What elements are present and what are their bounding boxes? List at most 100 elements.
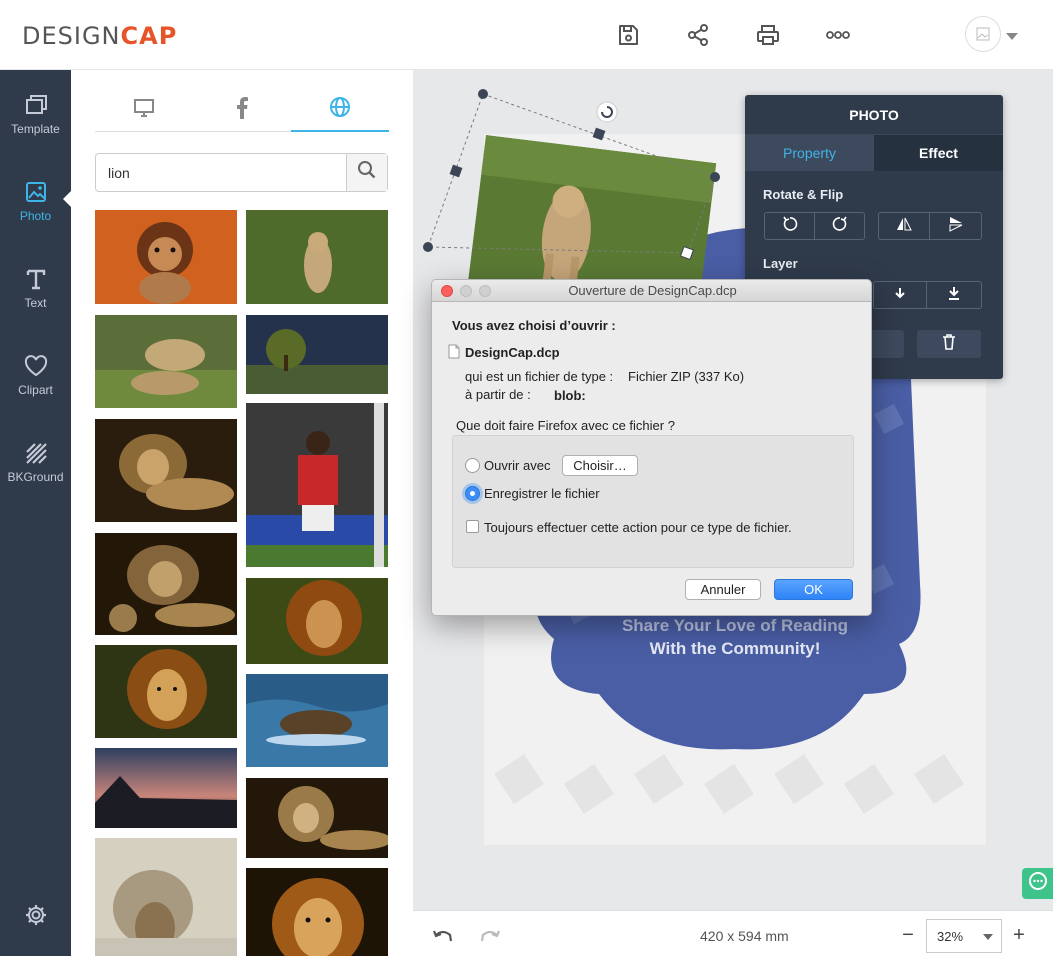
chat-button[interactable] [1022, 868, 1053, 899]
photo-thumb-lion-sepia-1[interactable] [95, 419, 237, 522]
photo-thumb-lion-water[interactable] [246, 674, 388, 767]
search-button[interactable] [346, 154, 387, 191]
send-to-back-button[interactable] [926, 281, 982, 309]
chevron-down-icon[interactable] [1006, 33, 1018, 40]
rail-item-bkground[interactable]: BKGround [0, 440, 71, 510]
file-icon [448, 344, 460, 359]
photo-thumb-winged-lion[interactable] [95, 838, 237, 956]
more-icon[interactable] [821, 18, 855, 52]
canvas-text-line2[interactable]: With the Community! [484, 639, 986, 659]
photo-thumb-mountain-dusk[interactable] [95, 748, 237, 828]
save-icon[interactable] [611, 18, 645, 52]
tab-facebook[interactable] [193, 88, 291, 132]
file-source-label: à partir de : [465, 387, 531, 402]
rail-item-text[interactable]: Text [0, 266, 71, 336]
chevron-down-icon [983, 934, 993, 940]
zoom-value: 32% [937, 928, 964, 944]
share-icon[interactable] [681, 18, 715, 52]
rotate-right-icon [832, 216, 848, 237]
globe-icon [329, 96, 351, 123]
choose-app-button[interactable]: Choisir… [562, 455, 638, 476]
delete-button[interactable] [917, 330, 981, 358]
file-type-label: qui est un fichier de type : [465, 369, 614, 384]
zoom-select[interactable]: 32% [926, 919, 1002, 953]
action-options-group: Ouvrir avec Choisir… Enregistrer le fich… [452, 435, 854, 568]
heart-icon [23, 353, 49, 379]
photo-thumb-football-player[interactable] [246, 403, 388, 567]
file-open-dialog: Ouverture de DesignCap.dcp Vous avez cho… [431, 279, 872, 616]
photo-thumb-lioness-cubs[interactable] [95, 315, 237, 408]
photo-thumb-lioness-grass[interactable] [246, 210, 388, 304]
rail-item-label: Clipart [18, 383, 53, 397]
dialog-title: Ouverture de DesignCap.dcp [568, 283, 737, 298]
photo-thumb-lion-sepia-3[interactable] [246, 778, 388, 858]
tab-web[interactable] [291, 88, 389, 132]
send-to-back-icon [947, 286, 961, 305]
always-do-label[interactable]: Toujours effectuer cette action pour ce … [484, 520, 792, 535]
open-with-radio[interactable] [465, 458, 480, 473]
rotate-flip-label: Rotate & Flip [763, 187, 844, 202]
undo-icon[interactable] [431, 925, 455, 949]
rail-item-label: Template [11, 122, 60, 136]
facebook-icon [236, 96, 248, 124]
desktop-icon [133, 98, 155, 123]
always-do-checkbox[interactable] [466, 520, 479, 533]
rail-item-label: BKGround [7, 470, 64, 484]
redo-icon[interactable] [478, 925, 502, 949]
photo-thumb-tree-sky[interactable] [246, 315, 388, 394]
page-size-label: 420 x 594 mm [700, 928, 789, 944]
dialog-question: Que doit faire Firefox avec ce fichier ? [456, 418, 675, 433]
avatar[interactable] [965, 16, 1001, 52]
canvas-text-line1[interactable]: Share Your Love of Reading [484, 616, 986, 636]
dialog-titlebar[interactable]: Ouverture de DesignCap.dcp [432, 280, 871, 302]
designcap-logo[interactable]: DESIGNCAP [22, 22, 177, 50]
tab-property[interactable]: Property [745, 135, 874, 171]
photo-thumb-plush-lion[interactable] [95, 210, 237, 304]
rail-item-clipart[interactable]: Clipart [0, 353, 71, 423]
search-input[interactable] [96, 154, 347, 191]
cancel-button[interactable]: Annuler [685, 579, 761, 600]
photo-icon [23, 179, 49, 205]
ok-button[interactable]: OK [774, 579, 853, 600]
rail-item-photo[interactable]: Photo [0, 179, 71, 249]
flip-horizontal-icon [896, 216, 912, 237]
file-name: DesignCap.dcp [465, 345, 560, 360]
move-down-button[interactable] [873, 281, 927, 309]
text-icon [23, 266, 49, 292]
photo-thumb-lion-portrait[interactable] [95, 645, 237, 738]
flip-vertical-icon [948, 216, 964, 237]
chat-icon [1028, 871, 1048, 896]
rail-item-label: Photo [19, 209, 52, 223]
open-with-label[interactable]: Ouvrir avec [484, 458, 550, 473]
rail-item-label: Text [24, 296, 47, 310]
save-file-label[interactable]: Enregistrer le fichier [484, 486, 600, 501]
rotate-right-button[interactable] [814, 212, 865, 240]
rotate-left-button[interactable] [764, 212, 815, 240]
panel-title: PHOTO [745, 95, 1003, 135]
print-icon[interactable] [751, 18, 785, 52]
photo-thumb-lion-sepia-2[interactable] [95, 533, 237, 635]
arrow-down-icon [893, 286, 907, 305]
tab-effect[interactable]: Effect [874, 135, 1003, 171]
photo-thumb-lion-mane[interactable] [246, 578, 388, 664]
photo-source-tabs [95, 88, 389, 132]
flip-vertical-button[interactable] [929, 212, 982, 240]
zoom-in-button[interactable]: + [1009, 924, 1029, 946]
rail-item-template[interactable]: Template [0, 92, 71, 162]
background-icon [23, 440, 49, 466]
top-header: DESIGNCAP [0, 0, 1053, 70]
search-icon [357, 160, 377, 185]
zoom-out-button[interactable]: − [898, 924, 918, 946]
photo-thumb-lion-face[interactable] [246, 868, 388, 956]
trash-icon [942, 333, 956, 355]
designcap-app: DESIGNCAP Template Photo Text Clipart BK… [0, 0, 1053, 956]
rotate-left-icon [782, 216, 798, 237]
layer-label: Layer [763, 256, 798, 271]
photo-panel [71, 70, 413, 956]
file-source-value: blob: [554, 388, 586, 403]
gear-icon[interactable] [24, 903, 48, 927]
tab-desktop[interactable] [95, 88, 193, 132]
template-icon [23, 92, 49, 118]
flip-horizontal-button[interactable] [878, 212, 930, 240]
save-file-radio[interactable] [465, 486, 480, 501]
